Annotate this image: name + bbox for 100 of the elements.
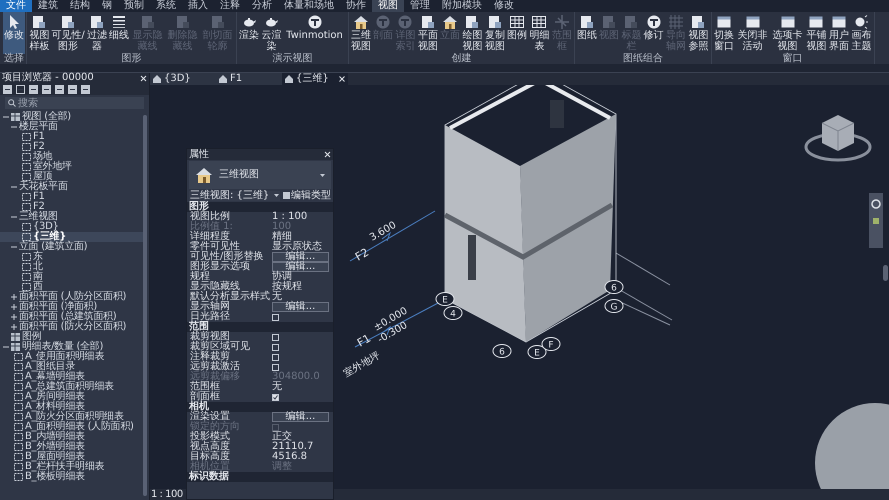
tree-item[interactable]: 面积平面 (防火分区面积) xyxy=(19,322,126,332)
ribbon-button[interactable]: 图纸 xyxy=(576,12,598,54)
tree-item[interactable]: 面积平面 (净面积) xyxy=(19,302,97,312)
ribbon-button[interactable]: 过滤器 xyxy=(86,12,108,54)
type-selector[interactable]: 三维视图 xyxy=(189,161,331,189)
section-header[interactable]: 标识数据 xyxy=(187,472,333,482)
expand-icon[interactable] xyxy=(10,324,16,330)
tree-item[interactable]: B_屋面明细表 xyxy=(25,452,85,462)
ribbon-button[interactable]: 选项卡视图 xyxy=(770,12,805,54)
edit-type-button[interactable]: 编辑类型 xyxy=(283,190,331,200)
collapse-icon[interactable] xyxy=(2,114,8,120)
ribbon-button[interactable]: 视图参照 xyxy=(687,12,710,54)
tree-item[interactable]: F1 xyxy=(33,192,45,202)
ribbon-button[interactable]: 修订 xyxy=(642,12,664,54)
navigation-bar[interactable] xyxy=(869,193,883,248)
scrollbar[interactable] xyxy=(143,115,147,496)
close-icon[interactable] xyxy=(339,76,345,82)
expand-icon[interactable] xyxy=(10,314,16,320)
toolbar-icon[interactable] xyxy=(55,84,64,94)
tree-item[interactable]: B_外墙明细表 xyxy=(25,442,85,452)
ribbon-button[interactable]: 关闭非活动 xyxy=(735,12,770,54)
view-scale[interactable]: 1 : 100 xyxy=(151,490,183,500)
ribbon-button[interactable]: 渲染 xyxy=(238,12,260,54)
close-icon[interactable] xyxy=(324,151,331,158)
ribbon-button[interactable]: Twinmotion xyxy=(282,12,346,54)
collapse-icon[interactable] xyxy=(10,214,16,220)
ribbon-button[interactable]: 绘图视图 xyxy=(461,12,484,54)
edit-button[interactable]: 编辑... xyxy=(272,412,329,422)
tree-item[interactable]: A_房间明细表 xyxy=(25,392,85,402)
tree-item[interactable]: A_使用面积明细表 xyxy=(25,352,104,362)
ribbon-tab[interactable]: 管理 xyxy=(404,0,436,12)
ribbon-tab[interactable]: 预制 xyxy=(118,0,150,12)
tree-item[interactable]: B_楼板明细表 xyxy=(25,472,85,482)
toolbar-icon[interactable] xyxy=(42,84,51,94)
tree-item[interactable]: 北 xyxy=(33,262,43,272)
ribbon-tab[interactable]: 视图 xyxy=(372,0,404,12)
ribbon-button[interactable]: 明细表 xyxy=(528,12,550,54)
ribbon-tab[interactable]: 建筑 xyxy=(32,0,64,12)
ribbon-button[interactable]: 修改 xyxy=(3,12,25,54)
collapse-icon[interactable] xyxy=(10,124,16,130)
expand-icon[interactable] xyxy=(10,294,16,300)
ribbon-tab[interactable]: 分析 xyxy=(246,0,278,12)
tree-item[interactable]: 东 xyxy=(33,252,43,262)
tree-item[interactable]: A_幕墙明细表 xyxy=(25,372,85,382)
tree-item[interactable]: 场地 xyxy=(33,152,52,162)
tree-item[interactable]: A_防火分区面积明细表 xyxy=(25,412,124,422)
tree-item[interactable]: 立面 (建筑立面) xyxy=(19,242,88,252)
viewcube-drawing[interactable] xyxy=(804,115,872,162)
expand-icon[interactable] xyxy=(10,304,16,310)
toolbar-icon[interactable] xyxy=(16,84,25,94)
tree-item[interactable]: A_总建筑面积明细表 xyxy=(25,382,114,392)
steering-wheel-icon[interactable] xyxy=(871,199,881,209)
ribbon-button[interactable]: 用户界面 xyxy=(828,12,850,54)
view-tab[interactable]: F1 xyxy=(216,73,282,85)
tree-item[interactable]: 面积平面 (总建筑面积) xyxy=(19,312,116,322)
ribbon-button[interactable]: 视图样板 xyxy=(28,12,50,54)
collapse-icon[interactable] xyxy=(10,184,16,190)
edit-button[interactable]: 编辑... xyxy=(272,262,329,272)
section-header[interactable]: 范围 xyxy=(187,322,333,332)
tree-item[interactable]: 明细表/数量 (全部) xyxy=(22,342,104,352)
tree-item[interactable]: 屋顶 xyxy=(33,172,52,182)
ribbon-tab[interactable]: 协作 xyxy=(340,0,372,12)
ribbon-button[interactable]: 可见性/图形 xyxy=(50,12,86,54)
toolbar-icon[interactable] xyxy=(81,84,90,94)
tree-item[interactable]: 西 xyxy=(33,282,43,292)
ribbon-button[interactable]: 复制视图 xyxy=(484,12,506,54)
ribbon-button[interactable]: 平铺视图 xyxy=(805,12,828,54)
tree-item[interactable]: 室外地坪 xyxy=(33,162,72,172)
tree-item[interactable]: F1 xyxy=(33,132,45,142)
tree-item[interactable]: 面积平面 (人防分区面积) xyxy=(19,292,126,302)
collapse-icon[interactable] xyxy=(2,344,8,350)
collapse-icon[interactable] xyxy=(10,244,16,250)
toolbar-icon[interactable] xyxy=(29,84,38,94)
view-tab[interactable]: {3D} xyxy=(150,73,216,85)
ribbon-button[interactable]: 细线 xyxy=(108,12,130,54)
tree-item[interactable]: A_面积明细表 (人防面积) xyxy=(25,422,134,432)
ribbon-tab[interactable]: 体量和场地 xyxy=(278,0,340,12)
tree-item[interactable]: B_内墙明细表 xyxy=(25,432,85,442)
tree-item[interactable]: 图例 xyxy=(22,332,42,342)
section-header[interactable]: 相机 xyxy=(187,402,333,412)
tree-item[interactable]: A_材料明细表 xyxy=(25,402,85,412)
tree-item[interactable]: B_栏杆扶手明细表 xyxy=(25,462,104,472)
ribbon-button[interactable]: 切换窗口 xyxy=(712,12,735,54)
view-tab[interactable]: {三维} xyxy=(282,73,348,85)
tree-item[interactable]: 天花板平面 xyxy=(19,182,68,192)
tree-item[interactable]: F2 xyxy=(33,202,45,212)
search-field[interactable]: 搜索 xyxy=(5,97,144,109)
instance-dropdown[interactable]: 三维视图: {三维} xyxy=(189,190,280,200)
ribbon-tab[interactable]: 结构 xyxy=(64,0,96,12)
ribbon-button[interactable]: 三维视图 xyxy=(350,12,372,54)
edit-button[interactable]: 编辑... xyxy=(272,252,329,262)
ribbon-tab[interactable]: 修改 xyxy=(488,0,520,12)
tree-item[interactable]: A_图纸目录 xyxy=(25,362,76,372)
ribbon-button[interactable]: 画布主题 xyxy=(850,12,872,54)
tree-item[interactable]: 三维视图 xyxy=(19,212,58,222)
zoom-icon[interactable] xyxy=(872,217,880,225)
ribbon-tab[interactable]: 钢 xyxy=(96,0,118,12)
checkbox[interactable] xyxy=(272,394,279,400)
ribbon-button[interactable]: 平面视图 xyxy=(416,12,439,54)
toolbar-icon[interactable] xyxy=(3,84,12,94)
